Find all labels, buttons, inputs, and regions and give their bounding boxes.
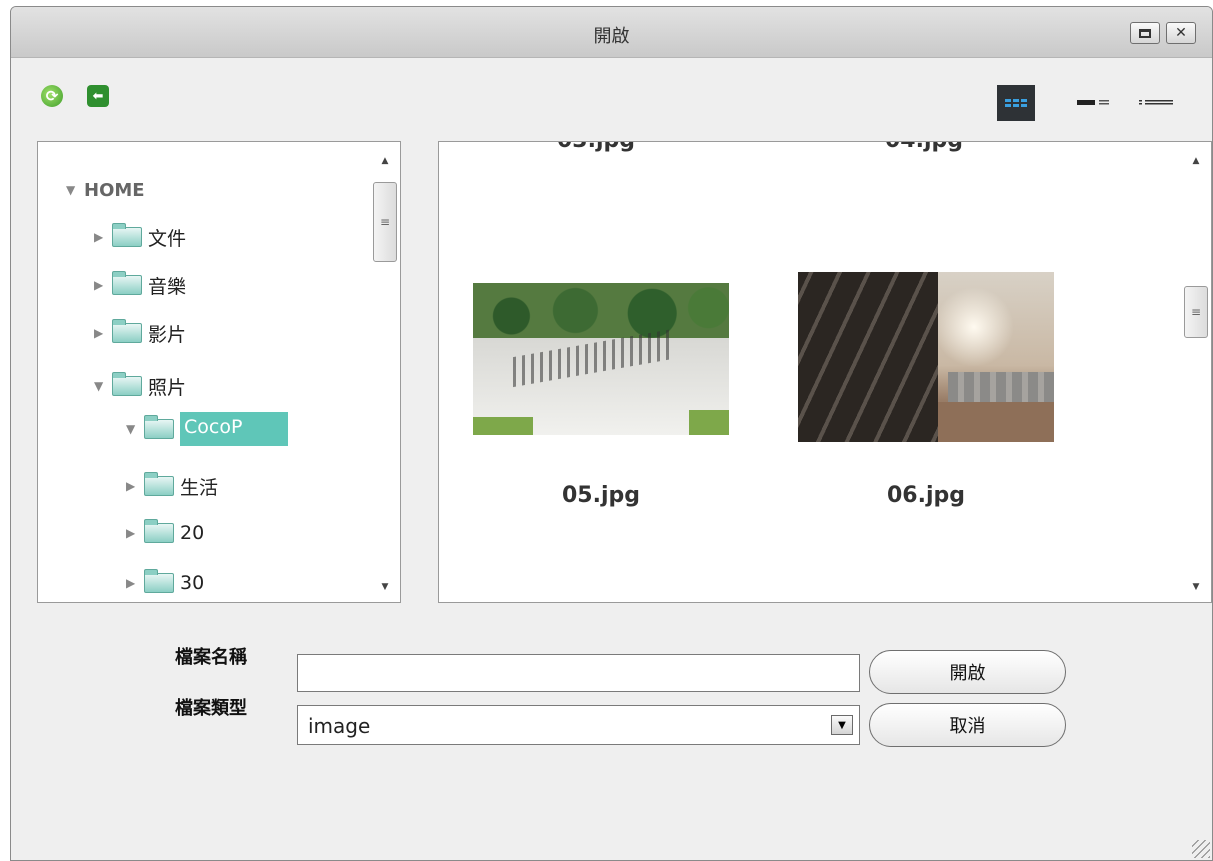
folder-icon (112, 223, 142, 247)
maximize-icon (1139, 28, 1151, 38)
maximize-button[interactable] (1130, 22, 1160, 44)
collapsed-arrow-icon: ▶ (94, 326, 104, 340)
tree-item-documents[interactable]: ▶ 文件 (94, 222, 186, 252)
tree-item-20[interactable]: ▶ 20 (126, 518, 204, 548)
file-thumbnail[interactable] (473, 283, 729, 435)
folder-icon (144, 415, 174, 439)
collapsed-arrow-icon: ▶ (126, 526, 136, 540)
grid-view-icon (1005, 99, 1027, 107)
tree-item-life[interactable]: ▶ 生活 (126, 471, 218, 501)
folder-icon (144, 472, 174, 496)
expanded-arrow-icon: ▼ (126, 422, 136, 436)
folder-icon (112, 319, 142, 343)
tree-item-30[interactable]: ▶ 30 (126, 568, 204, 598)
collapsed-arrow-icon: ▶ (94, 278, 104, 292)
open-button[interactable]: 開啟 (869, 650, 1066, 694)
filename-label: 檔案名稱 (175, 647, 247, 668)
detail-view-button[interactable] (1074, 85, 1116, 121)
file-thumbnail[interactable] (798, 272, 1054, 442)
refresh-icon[interactable]: ⟳ (41, 85, 63, 107)
tree-item-photos[interactable]: ▼ 照片 (94, 371, 186, 401)
folder-icon (144, 569, 174, 593)
folder-icon (144, 519, 174, 543)
tree-item-label: 20 (180, 522, 205, 544)
detail-view-icon (1077, 100, 1109, 105)
filename-input[interactable] (297, 654, 860, 692)
title-bar[interactable]: 開啟 ✕ (11, 7, 1212, 58)
folder-icon (112, 372, 142, 396)
expanded-arrow-icon: ▼ (66, 183, 76, 197)
resize-grip-icon[interactable] (1192, 840, 1210, 858)
folder-icon (112, 271, 142, 295)
file-label-partial: 03.jpg (557, 142, 635, 153)
list-view-button[interactable] (1139, 85, 1175, 121)
file-label[interactable]: 06.jpg (798, 483, 1054, 508)
tree-item-label: 30 (180, 572, 205, 594)
expanded-arrow-icon: ▼ (94, 379, 104, 393)
tree-item-music[interactable]: ▶ 音樂 (94, 270, 186, 300)
tree-item-label: CocoP (180, 412, 289, 446)
tree-item-label: 音樂 (148, 275, 187, 298)
scroll-down-icon[interactable]: ▼ (370, 578, 400, 596)
tree-item-cocop[interactable]: ▼ CocoP (126, 412, 289, 446)
tree-item-label: 文件 (148, 227, 187, 250)
file-label[interactable]: 05.jpg (473, 483, 729, 508)
file-grid-scrollbar[interactable]: ▲ ≡ ▼ (1181, 142, 1211, 602)
tree-item-label: 照片 (148, 376, 187, 399)
list-view-icon (1139, 100, 1173, 105)
filetype-value: image (308, 714, 371, 738)
filetype-label: 檔案類型 (175, 698, 247, 719)
dropdown-arrow-icon[interactable]: ▼ (831, 715, 853, 735)
scroll-thumb[interactable]: ≡ (373, 182, 397, 262)
scroll-thumb[interactable]: ≡ (1184, 286, 1208, 338)
folder-tree[interactable]: ▼ HOME ▶ 文件 ▶ 音樂 ▶ 影片 ▼ 照片 ▼ CocoP ▶ 生活 … (37, 141, 401, 603)
tree-scrollbar[interactable]: ▲ ≡ ▼ (370, 142, 400, 602)
tree-item-videos[interactable]: ▶ 影片 (94, 318, 186, 348)
scroll-up-icon[interactable]: ▲ (370, 152, 400, 170)
file-label-partial: 04.jpg (885, 142, 963, 153)
collapsed-arrow-icon: ▶ (126, 576, 136, 590)
tree-item-label: 生活 (180, 476, 219, 499)
scroll-down-icon[interactable]: ▼ (1181, 578, 1211, 596)
close-button[interactable]: ✕ (1166, 22, 1196, 44)
filetype-select[interactable]: image ▼ (297, 705, 860, 745)
collapsed-arrow-icon: ▶ (126, 479, 136, 493)
tree-root-label: HOME (84, 179, 145, 201)
collapsed-arrow-icon: ▶ (94, 230, 104, 244)
tree-item-label: 影片 (148, 323, 187, 346)
tree-root-home[interactable]: ▼ HOME (66, 175, 145, 205)
open-dialog: 開啟 ✕ ⟳ ⬅ ▼ HOME ▶ 文件 ▶ 音樂 ▶ 影片 ▼ 照片 ▼ Co… (10, 6, 1213, 861)
grid-view-button[interactable] (997, 85, 1035, 121)
file-grid[interactable]: 03.jpg 04.jpg 05.jpg 06.jpg ▲ ≡ ▼ (438, 141, 1212, 603)
back-icon[interactable]: ⬅ (87, 85, 109, 107)
cancel-button[interactable]: 取消 (869, 703, 1066, 747)
scroll-up-icon[interactable]: ▲ (1181, 152, 1211, 170)
window-title: 開啟 (593, 26, 630, 47)
close-icon: ✕ (1175, 25, 1187, 41)
